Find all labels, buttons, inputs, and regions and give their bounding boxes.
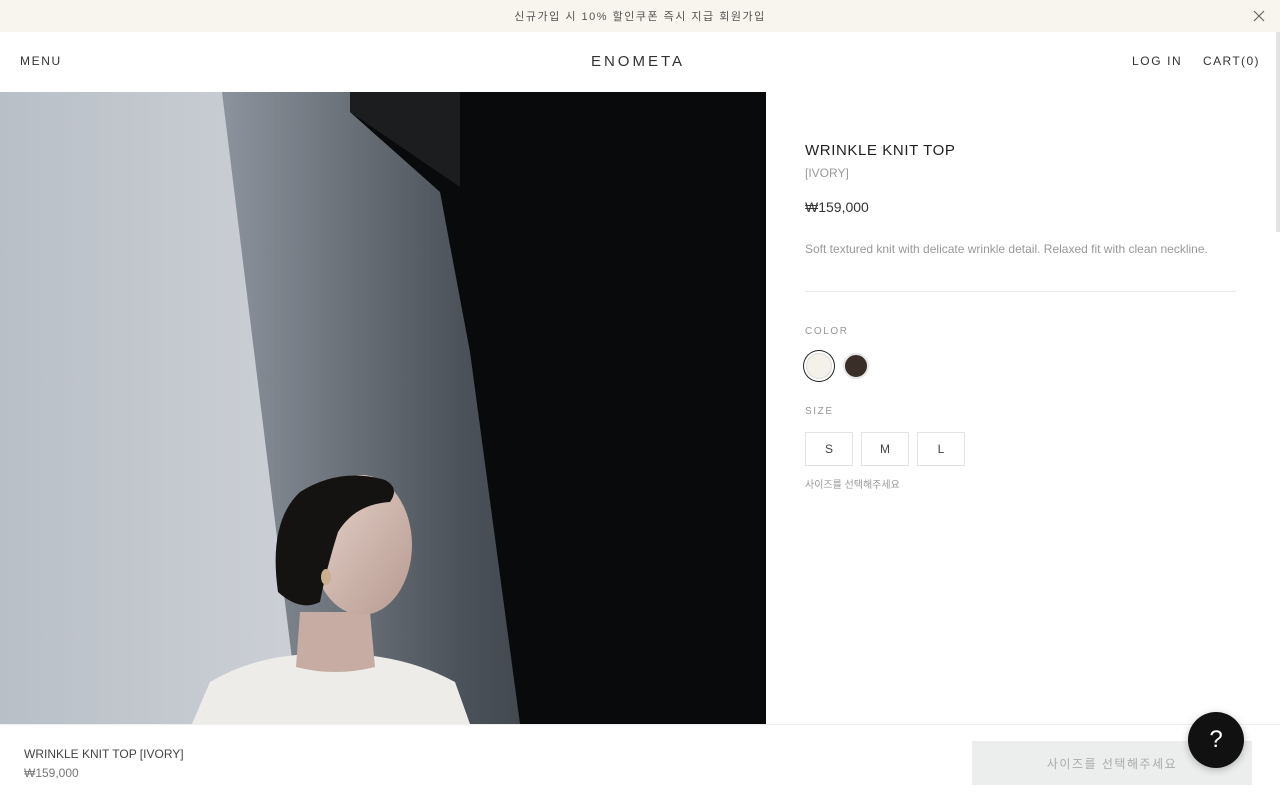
close-icon[interactable]: [1252, 9, 1266, 23]
question-mark-icon: ?: [1209, 726, 1223, 753]
size-option-s[interactable]: S: [805, 432, 853, 466]
help-button[interactable]: ?: [1188, 712, 1244, 768]
sticky-purchase-bar: WRINKLE KNIT TOP [IVORY] ₩159,000 사이즈를 선…: [0, 724, 1280, 800]
site-logo[interactable]: ENOMETA: [0, 53, 1276, 70]
product-price: ₩159,000: [805, 199, 869, 215]
announcement-bar: 신규가입 시 10% 할인쿠폰 즉시 지급 회원가입: [0, 0, 1280, 32]
sticky-product-title: WRINKLE KNIT TOP [IVORY]: [24, 747, 184, 761]
cart-link[interactable]: CART(0): [1203, 54, 1260, 68]
sticky-product-price: ₩159,000: [24, 766, 79, 780]
size-option-m[interactable]: M: [861, 432, 909, 466]
product-title: WRINKLE KNIT TOP: [805, 142, 956, 159]
color-label: COLOR: [805, 326, 849, 337]
product-description: Soft textured knit with delicate wrinkle…: [805, 242, 1208, 256]
scrollbar-thumb[interactable]: [1276, 32, 1280, 232]
site-header: MENU ENOMETA LOG IN CART(0): [0, 32, 1280, 92]
color-swatch-ivory[interactable]: [806, 353, 832, 379]
color-swatch-brown[interactable]: [843, 353, 869, 379]
product-image: [0, 92, 766, 724]
size-option-l[interactable]: L: [917, 432, 965, 466]
size-label: SIZE: [805, 406, 834, 417]
announcement-text[interactable]: 신규가입 시 10% 할인쿠폰 즉시 지급 회원가입: [514, 8, 765, 24]
login-link[interactable]: LOG IN: [1132, 54, 1182, 68]
product-variant: [IVORY]: [805, 166, 849, 180]
size-hint: 사이즈를 선택해주세요: [805, 480, 900, 491]
divider: [805, 291, 1236, 292]
